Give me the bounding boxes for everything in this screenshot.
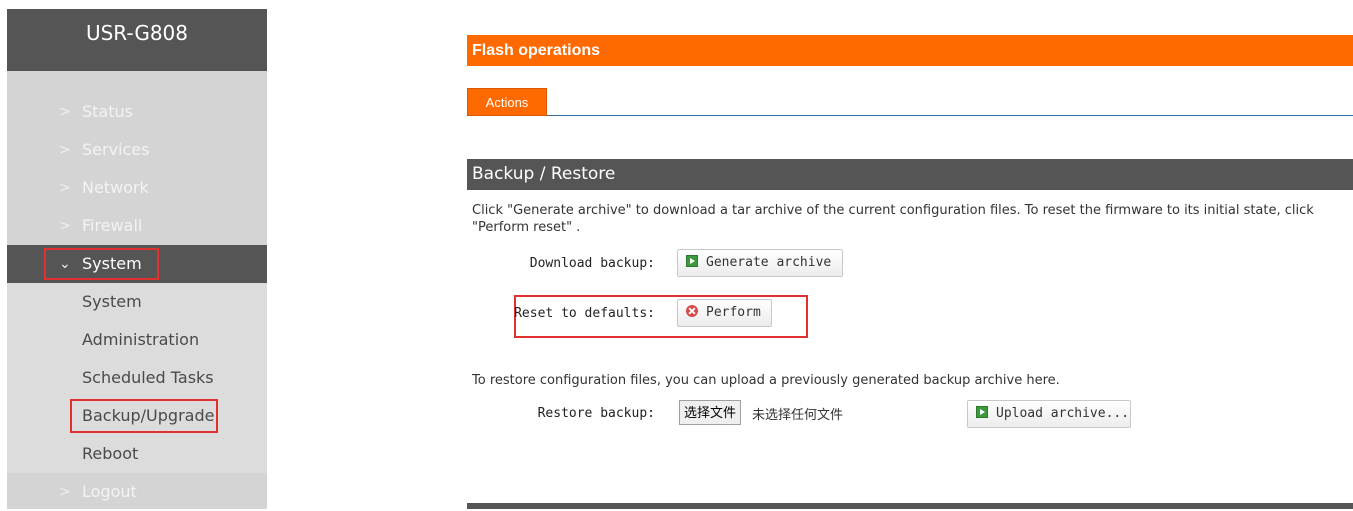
reset-icon [686, 305, 698, 317]
sidebar-item-label: Status [82, 102, 133, 121]
system-submenu: System Administration Scheduled Tasks Ba… [7, 283, 267, 473]
section-description: Click "Generate archive" to download a t… [472, 203, 1314, 235]
perform-label: Perform [706, 305, 761, 320]
sidebar-item-firewall[interactable]: > Firewall [7, 207, 267, 245]
section-title: Backup / Restore [467, 159, 1353, 190]
chevron-right-icon: > [59, 180, 71, 196]
restore-backup-label: Restore backup: [537, 406, 655, 421]
chevron-right-icon: > [59, 142, 71, 158]
submenu-item-reboot[interactable]: Reboot [7, 435, 267, 473]
download-backup-label: Download backup: [529, 256, 655, 271]
highlight-system [44, 248, 159, 280]
play-icon [686, 255, 698, 267]
submenu-item-administration[interactable]: Administration [7, 321, 267, 359]
choose-file-button[interactable]: 选择文件 [679, 400, 742, 425]
generate-archive-button[interactable]: Generate archive [677, 249, 843, 277]
brand-title: USR-G808 [7, 9, 267, 71]
sidebar-item-label: Logout [82, 482, 137, 501]
sidebar-item-label: Services [82, 140, 150, 159]
sidebar-item-label: Network [82, 178, 149, 197]
main-content: Flash operations Actions Backup / Restor… [467, 0, 1353, 509]
page-title: Flash operations [467, 35, 1353, 66]
reset-defaults-label: Reset to defaults: [514, 306, 655, 321]
generate-archive-label: Generate archive [706, 255, 832, 270]
tab-actions[interactable]: Actions [467, 88, 547, 116]
submenu-item-scheduled-tasks[interactable]: Scheduled Tasks [7, 359, 267, 397]
sidebar-item-label: Firewall [82, 216, 143, 235]
restore-description: To restore configuration files, you can … [472, 373, 1060, 388]
upload-archive-button[interactable]: Upload archive... [967, 400, 1131, 428]
chevron-right-icon: > [59, 218, 71, 234]
tab-underline [467, 115, 1353, 116]
highlight-backup-upgrade [70, 399, 218, 433]
chevron-right-icon: > [59, 104, 71, 120]
sidebar-item-status[interactable]: > Status [7, 93, 267, 131]
chevron-right-icon: > [59, 484, 71, 500]
sidebar-item-services[interactable]: > Services [7, 131, 267, 169]
no-file-chosen-text: 未选择任何文件 [752, 407, 844, 422]
sidebar-item-logout[interactable]: > Logout [7, 473, 267, 511]
sidebar-nav: > Status > Services > Network > Firewall… [7, 93, 267, 511]
sidebar-item-network[interactable]: > Network [7, 169, 267, 207]
submenu-item-system[interactable]: System [7, 283, 267, 321]
upload-archive-label: Upload archive... [996, 406, 1130, 421]
play-icon [976, 406, 988, 418]
perform-reset-button[interactable]: Perform [677, 299, 772, 327]
next-section-bar [467, 503, 1353, 509]
